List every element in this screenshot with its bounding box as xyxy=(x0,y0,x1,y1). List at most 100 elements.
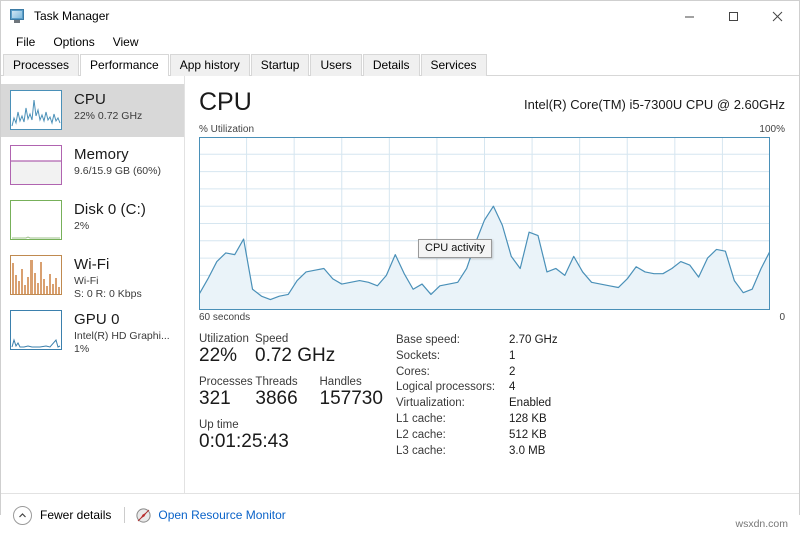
spec-row-l3-cache: L3 cache: 3.0 MB xyxy=(396,444,785,460)
sidebar-item-disk-sub: 2% xyxy=(74,219,90,232)
sidebar-item-gpu-text: GPU 0 Intel(R) HD Graphi... 1% xyxy=(74,310,170,355)
sidebar-item-cpu[interactable]: CPU 22% 0.72 GHz xyxy=(1,84,184,137)
watermark: wsxdn.com xyxy=(735,518,788,530)
sidebar-item-wifi-title: Wi-Fi xyxy=(74,256,110,273)
sidebar-item-wifi-sub: Wi-Fi xyxy=(74,274,99,287)
tab-users[interactable]: Users xyxy=(310,54,362,76)
spec-value-base-speed: 2.70 GHz xyxy=(509,334,558,346)
spec-key-l1-cache: L1 cache: xyxy=(396,412,446,425)
tab-strip: Processes Performance App history Startu… xyxy=(1,53,799,76)
memory-thumbnail-icon xyxy=(10,145,62,185)
close-button[interactable] xyxy=(755,1,799,31)
value-speed: 0.72 GHz xyxy=(255,345,336,366)
sidebar-item-disk-text: Disk 0 (C:) 2% xyxy=(74,200,146,232)
task-manager-icon xyxy=(8,8,26,24)
menu-item-file[interactable]: File xyxy=(7,33,44,51)
spec-key-virtualization: Virtualization: xyxy=(396,397,465,410)
spec-row-cores: Cores: 2 xyxy=(396,365,785,381)
sidebar-item-wifi[interactable]: Wi-Fi Wi-Fi S: 0 R: 0 Kbps xyxy=(1,249,184,302)
sidebar-item-memory[interactable]: Memory 9.6/15.9 GB (60%) xyxy=(1,139,184,192)
content-area: CPU 22% 0.72 GHz Memory 9.6/15.9 GB (60%… xyxy=(1,76,799,493)
label-up-time: Up time xyxy=(199,418,239,431)
menu-item-view[interactable]: View xyxy=(104,33,148,51)
value-utilization: 22% xyxy=(199,345,238,366)
spec-row-l1-cache: L1 cache: 128 KB xyxy=(396,412,785,428)
stats-area: Utilization Speed 22% 0.72 GHz Processes… xyxy=(199,333,785,462)
x-axis-end: 0 xyxy=(779,312,785,323)
value-up-time: 0:01:25:43 xyxy=(199,430,289,452)
minimize-button[interactable] xyxy=(667,1,711,31)
spec-row-base-speed: Base speed: 2.70 GHz xyxy=(396,333,785,349)
sidebar-item-wifi-text: Wi-Fi Wi-Fi S: 0 R: 0 Kbps xyxy=(74,255,142,300)
sidebar-item-wifi-sub2: S: 0 R: 0 Kbps xyxy=(74,288,142,301)
sidebar-item-cpu-text: CPU 22% 0.72 GHz xyxy=(74,90,142,122)
fewer-details-button[interactable]: Fewer details xyxy=(40,508,111,522)
sidebar-item-disk[interactable]: Disk 0 (C:) 2% xyxy=(1,194,184,247)
spec-key-sockets: Sockets: xyxy=(396,349,441,362)
spec-row-logical-processors: Logical processors: 4 xyxy=(396,380,785,396)
sidebar-item-disk-title: Disk 0 (C:) xyxy=(74,201,146,218)
spec-key-l3-cache: L3 cache: xyxy=(396,444,446,457)
spec-key-logical-processors: Logical processors: xyxy=(396,381,496,394)
spec-value-logical-processors: 4 xyxy=(509,381,516,394)
performance-panel: CPU Intel(R) Core(TM) i5-7300U CPU @ 2.6… xyxy=(185,76,799,493)
chart-top-axis: % Utilization 100% xyxy=(199,124,785,135)
window-title: Task Manager xyxy=(34,9,110,23)
x-axis-label: 60 seconds xyxy=(199,312,251,323)
panel-header: CPU Intel(R) Core(TM) i5-7300U CPU @ 2.6… xyxy=(199,88,785,115)
tab-app-history[interactable]: App history xyxy=(169,54,250,76)
spec-row-sockets: Sockets: 1 xyxy=(396,349,785,365)
cpu-model-label: Intel(R) Core(TM) i5-7300U CPU @ 2.60GHz xyxy=(524,97,785,112)
task-manager-window: Task Manager File Options View Processes… xyxy=(0,0,800,536)
stat-group-utilization: Utilization Speed 22% 0.72 GHz xyxy=(199,333,396,367)
y-axis-label: % Utilization xyxy=(199,124,255,135)
sidebar-item-gpu-title: GPU 0 xyxy=(74,311,120,328)
spec-value-sockets: 1 xyxy=(509,349,516,362)
tab-performance[interactable]: Performance xyxy=(80,54,169,76)
sidebar-item-gpu-sub2: 1% xyxy=(74,343,90,356)
open-resource-monitor-link[interactable]: Open Resource Monitor xyxy=(158,508,285,522)
sidebar-item-memory-title: Memory xyxy=(74,146,129,163)
chevron-up-icon[interactable] xyxy=(13,505,32,525)
cpu-thumbnail-icon xyxy=(10,90,62,130)
tab-details[interactable]: Details xyxy=(362,54,420,76)
gpu-thumbnail-icon xyxy=(10,310,62,350)
window-controls xyxy=(667,1,799,31)
spec-key-base-speed: Base speed: xyxy=(396,334,460,346)
status-divider xyxy=(124,507,126,523)
label-handles: Handles xyxy=(319,375,362,388)
maximize-button[interactable] xyxy=(711,1,755,31)
cpu-utilization-chart[interactable]: CPU activity xyxy=(199,137,785,310)
value-threads: 3866 xyxy=(255,387,298,409)
spec-key-l2-cache: L2 cache: xyxy=(396,428,446,441)
page-title: CPU xyxy=(199,88,252,116)
spec-value-l2-cache: 512 KB xyxy=(509,428,547,441)
sidebar-item-cpu-title: CPU xyxy=(74,91,106,108)
stats-right-column: Base speed: 2.70 GHz Sockets: 1 Cores: 2… xyxy=(396,333,785,462)
sidebar-item-memory-sub: 9.6/15.9 GB (60%) xyxy=(74,164,161,177)
chart-tooltip: CPU activity xyxy=(418,239,492,258)
spec-value-cores: 2 xyxy=(509,365,516,378)
cpu-chart-svg xyxy=(199,137,770,310)
sidebar-item-gpu-sub: Intel(R) HD Graphi... xyxy=(74,329,170,342)
stats-left-column: Utilization Speed 22% 0.72 GHz Processes… xyxy=(199,333,396,462)
y-axis-max: 100% xyxy=(759,124,785,135)
tab-startup[interactable]: Startup xyxy=(250,54,310,76)
sidebar-item-cpu-sub: 22% 0.72 GHz xyxy=(74,109,143,122)
menu-item-options[interactable]: Options xyxy=(44,33,103,51)
title-bar: Task Manager xyxy=(1,1,799,31)
value-handles: 157730 xyxy=(319,387,383,409)
menu-bar: File Options View xyxy=(1,31,799,53)
disk-thumbnail-icon xyxy=(10,200,62,240)
resource-sidebar: CPU 22% 0.72 GHz Memory 9.6/15.9 GB (60%… xyxy=(1,76,185,493)
label-utilization: Utilization xyxy=(199,333,249,345)
wifi-thumbnail-icon xyxy=(10,255,62,295)
stat-group-processes: Processes Threads Handles 321 3866 15773… xyxy=(199,376,396,410)
spec-value-virtualization: Enabled xyxy=(509,397,552,410)
spec-value-l3-cache: 3.0 MB xyxy=(509,444,546,457)
sidebar-item-gpu[interactable]: GPU 0 Intel(R) HD Graphi... 1% xyxy=(1,304,184,357)
tab-services[interactable]: Services xyxy=(420,54,487,76)
tab-processes[interactable]: Processes xyxy=(3,54,80,76)
spec-row-virtualization: Virtualization: Enabled xyxy=(396,396,785,412)
value-processes: 321 xyxy=(199,387,231,409)
